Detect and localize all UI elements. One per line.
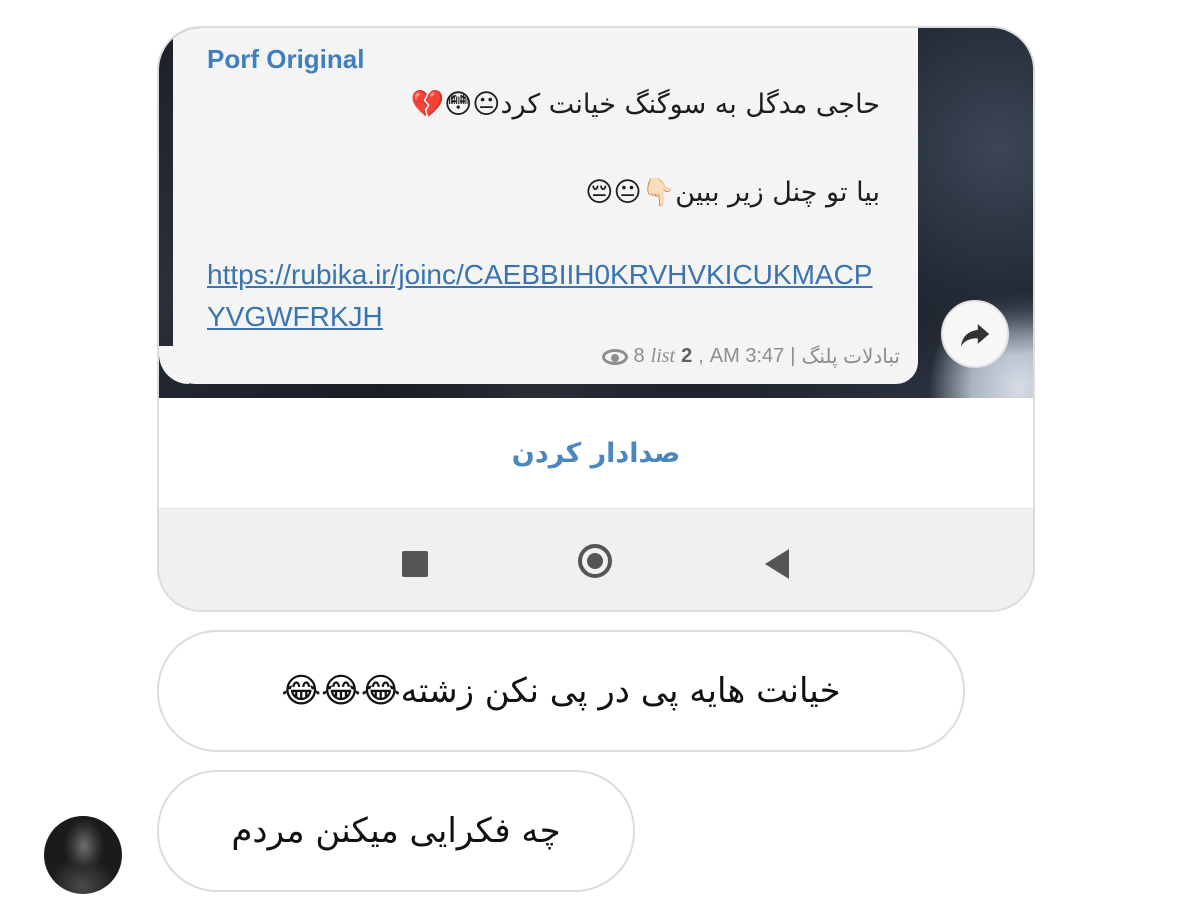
- message-time: 3:47 AM: [709, 345, 785, 367]
- sender-name[interactable]: Porf Original: [207, 44, 364, 75]
- message-meta: تبادلات پلنگ | 3:47 AM , 2 list 8: [601, 344, 900, 369]
- channel-join-link-text[interactable]: https://rubika.ir/joinc/CAEBBIIH0KRVHVKI…: [207, 259, 872, 332]
- forward-arrow-icon: [960, 324, 990, 347]
- channel-join-link[interactable]: https://rubika.ir/joinc/CAEBBIIH0KRVHVKI…: [207, 254, 887, 338]
- reply-message: چه فکرایی میکنن مردم: [157, 770, 635, 892]
- view-count: 8: [633, 345, 645, 367]
- reply-message: خیانت هایه پی در پی نکن زشته😂😂😂: [157, 630, 965, 752]
- eye-icon: [601, 348, 628, 365]
- meta-comma: ,: [698, 345, 704, 367]
- reply-text: چه فکرایی میکنن مردم: [231, 811, 561, 851]
- recents-square-icon[interactable]: [402, 551, 428, 577]
- home-circle-icon[interactable]: [578, 544, 612, 578]
- message-line-1: حاجی مدگل به سوگنگ خیانت کرد😐😳💔: [410, 89, 880, 120]
- back-triangle-icon[interactable]: [765, 549, 789, 579]
- unmute-button[interactable]: صدادار کردن: [512, 438, 680, 469]
- meta-separator: |: [790, 345, 796, 367]
- unmute-bar[interactable]: صدادار کردن: [159, 398, 1033, 508]
- reply-text: خیانت هایه پی در پی نکن زشته😂😂😂: [281, 671, 841, 711]
- forwarded-message-card: Porf Original حاجی مدگل به سوگنگ خیانت ک…: [173, 28, 918, 384]
- message-line-2: بیا تو چنل زیر ببین👇🏻😐😔: [585, 177, 880, 208]
- channel-name: تبادلات پلنگ: [801, 346, 900, 368]
- avatar[interactable]: [44, 816, 122, 894]
- android-nav-bar: [159, 508, 1033, 610]
- shared-screenshot-bubble[interactable]: Porf Original حاجی مدگل به سوگنگ خیانت ک…: [157, 26, 1035, 612]
- forward-button[interactable]: [941, 300, 1009, 368]
- list-number: 2: [681, 345, 693, 367]
- list-label: list: [650, 345, 676, 367]
